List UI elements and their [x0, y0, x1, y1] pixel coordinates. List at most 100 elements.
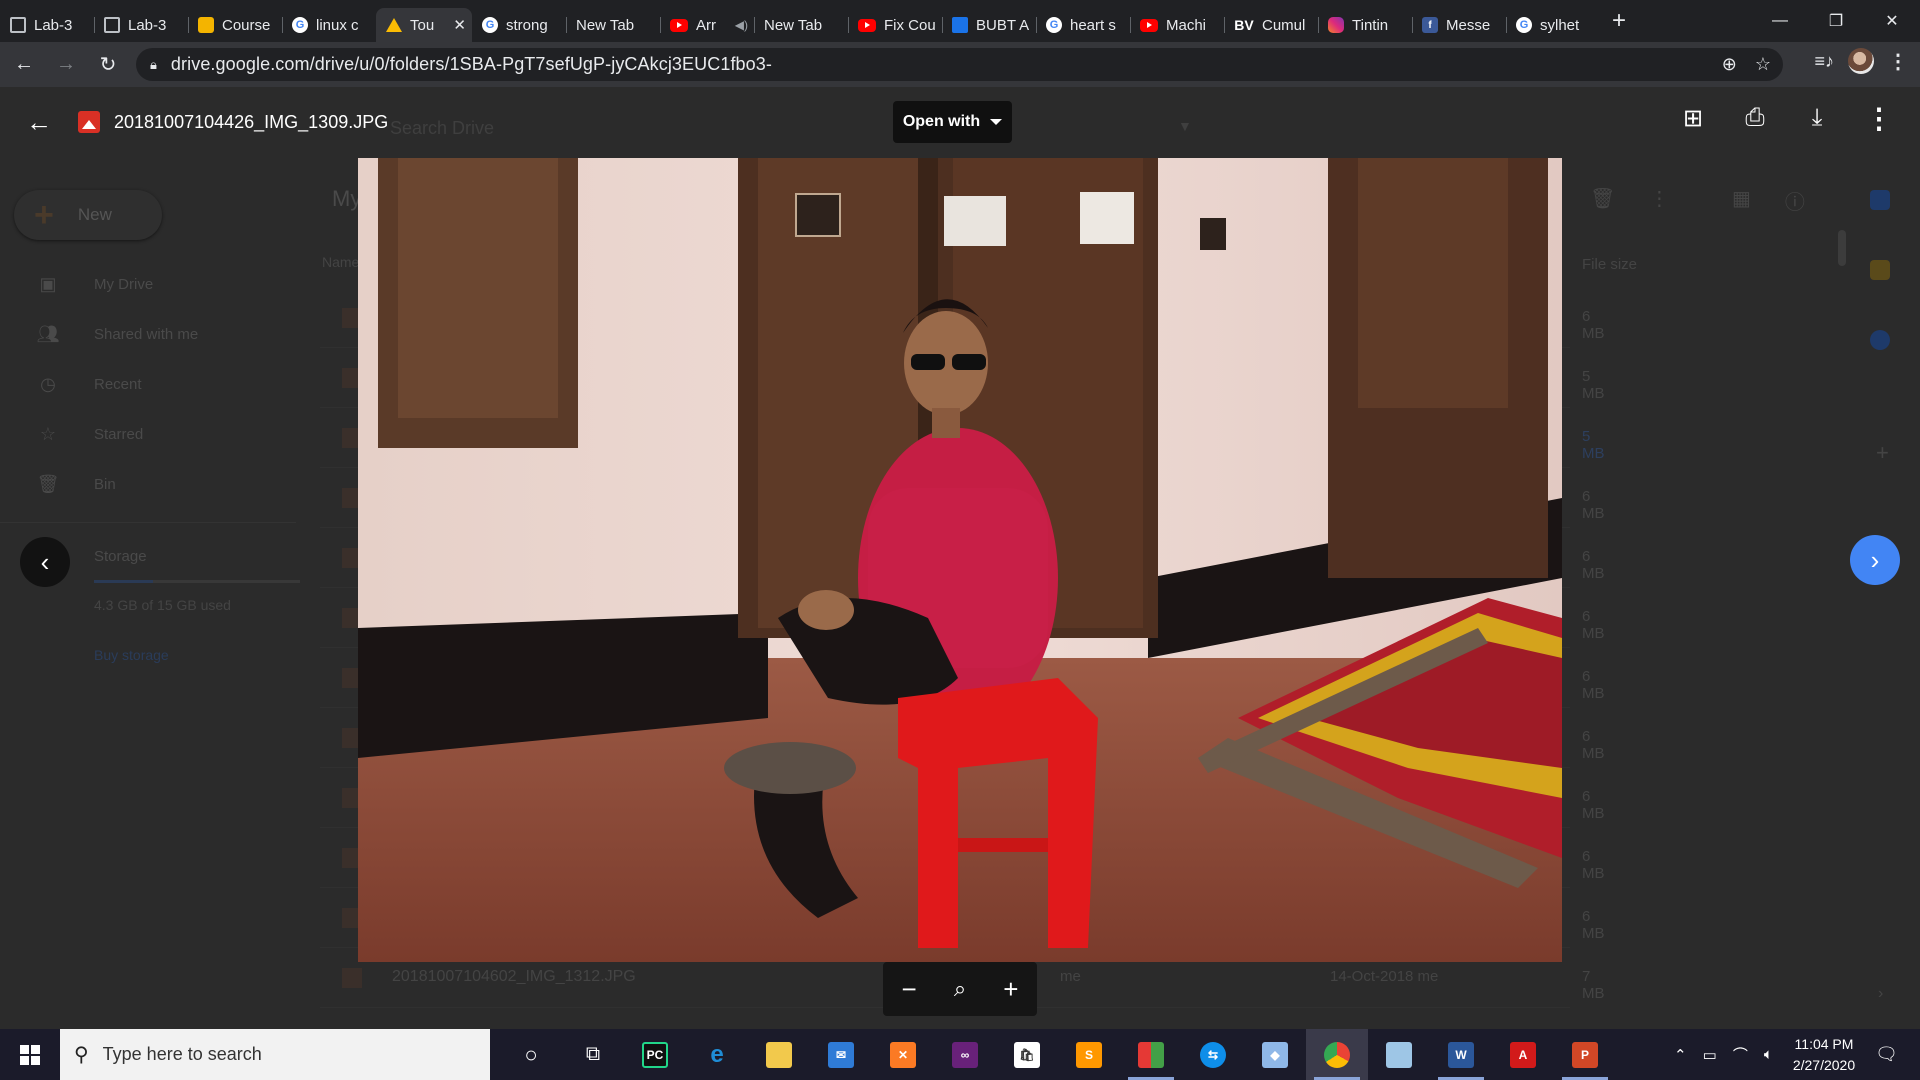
tab[interactable]: Glinux c: [282, 8, 376, 42]
more-actions-icon[interactable]: ⋮: [1862, 101, 1896, 135]
bookmark-star-icon[interactable]: ☆: [1755, 54, 1771, 75]
virtualbox-icon[interactable]: ◆: [1244, 1029, 1306, 1080]
clock-time: 11:04 PM: [1794, 1035, 1854, 1052]
zoom-out-button[interactable]: −: [902, 974, 917, 1005]
back-icon[interactable]: ←: [6, 47, 42, 83]
tab-title: Machi: [1166, 16, 1207, 34]
taskbar-search[interactable]: ⚲ Type here to search: [60, 1029, 490, 1080]
photo-illustration: [358, 158, 1562, 962]
mail-icon[interactable]: ✉: [810, 1029, 872, 1080]
battery-icon[interactable]: ▭: [1703, 1046, 1717, 1064]
next-image-button[interactable]: ›: [1850, 535, 1900, 585]
tab[interactable]: New Tab: [754, 8, 848, 42]
visual-studio-icon[interactable]: ∞: [934, 1029, 996, 1080]
speaker-icon[interactable]: ◀): [735, 18, 748, 32]
tab[interactable]: Machi: [1130, 8, 1224, 42]
sublime-icon[interactable]: S: [1058, 1029, 1120, 1080]
url-text[interactable]: drive.google.com/drive/u/0/folders/1SBA-…: [171, 54, 772, 75]
image-preview[interactable]: [358, 158, 1562, 962]
profile-avatar[interactable]: [1848, 48, 1874, 74]
more-icon[interactable]: ⋮: [1649, 186, 1669, 211]
print-icon[interactable]: ⎙: [1738, 101, 1772, 135]
start-button[interactable]: [0, 1029, 60, 1080]
zoom-in-button[interactable]: +: [1003, 974, 1018, 1005]
tab[interactable]: Lab-3: [0, 8, 94, 42]
media-control-icon[interactable]: ≡♪: [1814, 51, 1834, 72]
paint-app-icon[interactable]: [1120, 1029, 1182, 1080]
buy-storage-link[interactable]: Buy storage: [94, 647, 169, 663]
notifications-icon[interactable]: 🗨︎: [1875, 1044, 1898, 1065]
previous-image-button[interactable]: ‹: [20, 537, 70, 587]
tab[interactable]: Course: [188, 8, 282, 42]
chevron-up-icon[interactable]: ⌃: [1674, 1046, 1687, 1064]
minimize-icon[interactable]: —: [1752, 0, 1808, 42]
tab[interactable]: Tintin: [1318, 8, 1412, 42]
scrollbar[interactable]: [1838, 230, 1846, 266]
grid-view-icon[interactable]: ▦: [1732, 186, 1751, 215]
reload-icon[interactable]: ↻: [90, 47, 126, 83]
magnifier-icon[interactable]: ⌕: [954, 976, 966, 1002]
file-size: 6 MB: [1582, 308, 1605, 342]
trash-icon[interactable]: 🗑︎: [1590, 186, 1615, 211]
sidebar-item-my-drive[interactable]: ▣ My Drive: [36, 270, 153, 298]
lock-icon[interactable]: 🔒︎: [150, 57, 157, 73]
tab[interactable]: f Messe: [1412, 8, 1506, 42]
volume-icon[interactable]: 🔈︎: [1764, 1046, 1773, 1063]
xampp-icon[interactable]: ✕: [872, 1029, 934, 1080]
word-icon[interactable]: W: [1430, 1029, 1492, 1080]
tab[interactable]: Lab-3: [94, 8, 188, 42]
tab[interactable]: Arr ◀): [660, 8, 754, 42]
column-header-name[interactable]: Name: [322, 254, 359, 270]
chrome-menu-icon[interactable]: ⋮: [1888, 49, 1908, 74]
new-tab-button[interactable]: +: [1612, 9, 1626, 33]
tab[interactable]: BUBT A: [942, 8, 1036, 42]
address-bar[interactable]: 🔒︎ drive.google.com/drive/u/0/folders/1S…: [136, 48, 1783, 81]
acrobat-icon[interactable]: A: [1492, 1029, 1554, 1080]
wifi-icon[interactable]: ⌒: [1733, 1044, 1748, 1065]
sidebar-item-label: My Drive: [94, 275, 154, 293]
powerpoint-icon[interactable]: P: [1554, 1029, 1616, 1080]
pycharm-icon[interactable]: PC: [624, 1029, 686, 1080]
tasks-icon[interactable]: [1870, 330, 1890, 350]
open-with-button[interactable]: Open with: [893, 101, 1012, 143]
right-side-panel: [1870, 190, 1890, 350]
search-icon: ⚲: [74, 1044, 89, 1066]
keep-icon[interactable]: [1870, 260, 1890, 280]
tab-active[interactable]: Tou ✕: [376, 8, 472, 42]
file-explorer-icon[interactable]: [748, 1029, 810, 1080]
tab[interactable]: BV Cumul: [1224, 8, 1318, 42]
close-window-icon[interactable]: ✕: [1864, 0, 1920, 42]
teamviewer-icon[interactable]: ⇆: [1182, 1029, 1244, 1080]
collapse-panel-icon[interactable]: ›: [1878, 985, 1883, 1003]
close-tab-icon[interactable]: ✕: [453, 16, 466, 34]
sidebar-item-recent[interactable]: ◷ Recent: [36, 370, 141, 398]
notepad-icon[interactable]: [1368, 1029, 1430, 1080]
calendar-icon[interactable]: [1870, 190, 1890, 210]
download-icon[interactable]: ⤓: [1800, 101, 1834, 135]
column-header-size[interactable]: File size: [1582, 256, 1637, 273]
sidebar-item-starred[interactable]: ☆ Starred: [36, 420, 143, 448]
clock[interactable]: 11:04 PM 2/27/2020: [1793, 1034, 1855, 1076]
new-button[interactable]: + New: [14, 190, 162, 240]
install-icon[interactable]: ⊕: [1722, 54, 1737, 75]
edge-icon[interactable]: e: [686, 1029, 748, 1080]
tab[interactable]: Gstrong: [472, 8, 566, 42]
page-title: My: [332, 186, 362, 211]
tab[interactable]: Gheart s: [1036, 8, 1130, 42]
tab[interactable]: Fix Cou: [848, 8, 942, 42]
tab-title: BUBT A: [976, 16, 1030, 34]
store-icon[interactable]: 🛍︎: [996, 1029, 1058, 1080]
sidebar-item-shared[interactable]: 👥︎ Shared with me: [36, 320, 199, 348]
back-arrow-icon[interactable]: ←: [26, 109, 52, 135]
task-view-icon[interactable]: ⧉: [562, 1029, 624, 1080]
add-addon-icon[interactable]: +: [1876, 440, 1889, 466]
chrome-icon[interactable]: [1306, 1029, 1368, 1080]
add-comment-icon[interactable]: ⊞: [1676, 101, 1710, 135]
info-icon[interactable]: ⓘ: [1785, 186, 1805, 215]
tab[interactable]: New Tab: [566, 8, 660, 42]
forward-icon[interactable]: →: [48, 47, 84, 83]
cortana-icon[interactable]: ○: [500, 1029, 562, 1080]
sidebar-item-bin[interactable]: 🗑︎ Bin: [36, 470, 116, 498]
restore-icon[interactable]: ❐: [1808, 0, 1864, 42]
tab[interactable]: Gsylhet: [1506, 8, 1600, 42]
